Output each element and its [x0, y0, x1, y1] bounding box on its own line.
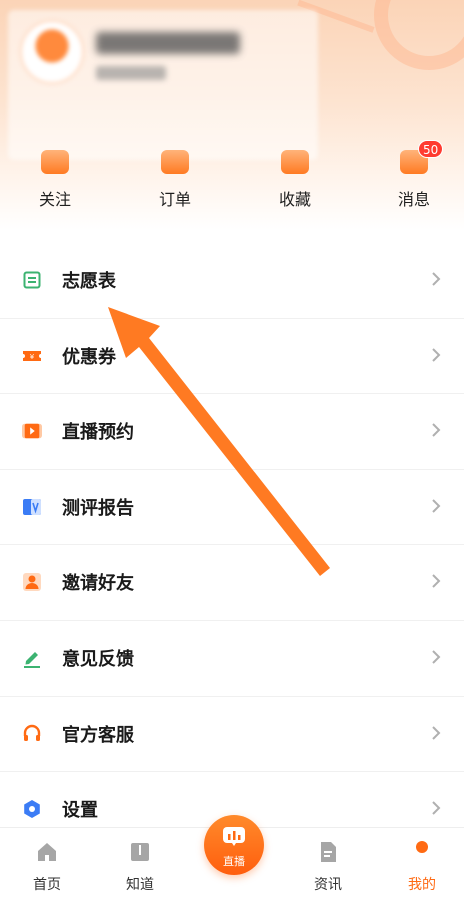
- username-blurred: [96, 32, 240, 54]
- invite-friends-icon: [22, 572, 42, 592]
- tab-label: 知道: [126, 877, 154, 893]
- menu-item-feedback[interactable]: 意见反馈: [0, 621, 464, 697]
- home-icon: [35, 840, 59, 864]
- menu-item-label: 官方客服: [62, 724, 134, 746]
- tab-label: 资讯: [314, 877, 342, 893]
- svg-text:¥: ¥: [30, 353, 35, 361]
- live-button[interactable]: 直播: [204, 815, 264, 875]
- menu-item-customer-service[interactable]: 官方客服: [0, 697, 464, 773]
- tab-label: 我的: [408, 877, 436, 893]
- quick-action-follow[interactable]: 关注: [15, 140, 95, 210]
- message-count-badge: 50: [418, 140, 444, 158]
- chevron-right-icon: [430, 798, 442, 818]
- chevron-right-icon: [430, 345, 442, 365]
- menu-item-label: 测评报告: [62, 497, 134, 519]
- menu-item-live-reservation[interactable]: 直播预约: [0, 394, 464, 470]
- tab-know[interactable]: 知道: [100, 828, 180, 897]
- chevron-right-icon: [430, 571, 442, 591]
- avatar[interactable]: [20, 20, 84, 84]
- application-form-icon: [22, 270, 42, 290]
- coupon-icon: ¥: [22, 346, 42, 366]
- quick-action-label: 订单: [158, 190, 191, 209]
- customer-service-icon: [22, 724, 42, 744]
- assessment-report-icon: [22, 497, 42, 517]
- chevron-right-icon: [430, 496, 442, 516]
- menu-item-application-form[interactable]: 志愿表: [0, 243, 464, 319]
- chevron-right-icon: [430, 647, 442, 667]
- settings-icon: [22, 799, 42, 819]
- menu-item-label: 志愿表: [62, 271, 116, 292]
- order-icon: [161, 150, 189, 174]
- tab-news[interactable]: 资讯: [288, 828, 368, 897]
- quick-action-label: 关注: [38, 190, 71, 209]
- menu-item-label: 直播预约: [62, 422, 134, 444]
- document-icon: [316, 840, 340, 864]
- menu-item-assessment-report[interactable]: 测评报告: [0, 470, 464, 546]
- follow-icon: [41, 150, 69, 174]
- menu-item-label: 意见反馈: [62, 648, 134, 670]
- favorite-icon: [281, 150, 309, 174]
- profile-icon: [410, 840, 434, 864]
- tab-mine[interactable]: 我的: [382, 828, 462, 897]
- chevron-right-icon: [430, 723, 442, 743]
- chevron-right-icon: [430, 420, 442, 440]
- tab-label: 首页: [33, 877, 61, 893]
- menu-item-invite-friends[interactable]: 邀请好友: [0, 545, 464, 621]
- menu-item-coupon[interactable]: ¥ 优惠券: [0, 319, 464, 395]
- tab-home[interactable]: 首页: [7, 828, 87, 897]
- live-button-label: 直播: [223, 855, 245, 868]
- user-subtitle-blurred: [96, 66, 166, 80]
- header-decoration: [374, 0, 464, 70]
- quick-action-message[interactable]: 50 消息: [374, 140, 454, 210]
- menu-list: 志愿表 ¥ 优惠券 直播预约 测评报告 邀请好友 意见反馈 官方客服 设置: [0, 243, 464, 848]
- menu-item-label: 优惠券: [62, 346, 116, 368]
- live-reservation-icon: [22, 421, 42, 441]
- live-chart-icon: [223, 827, 245, 847]
- quick-actions-row: 关注 订单 收藏 50 消息: [0, 140, 464, 215]
- menu-item-label: 邀请好友: [62, 573, 134, 595]
- quick-action-label: 消息: [397, 190, 430, 209]
- quick-action-order[interactable]: 订单: [135, 140, 215, 210]
- menu-item-label: 设置: [62, 800, 98, 822]
- feedback-icon: [22, 648, 42, 668]
- chevron-right-icon: [430, 269, 442, 289]
- quick-action-label: 收藏: [278, 190, 311, 209]
- quick-action-favorite[interactable]: 收藏: [255, 140, 335, 210]
- book-icon: [128, 840, 152, 864]
